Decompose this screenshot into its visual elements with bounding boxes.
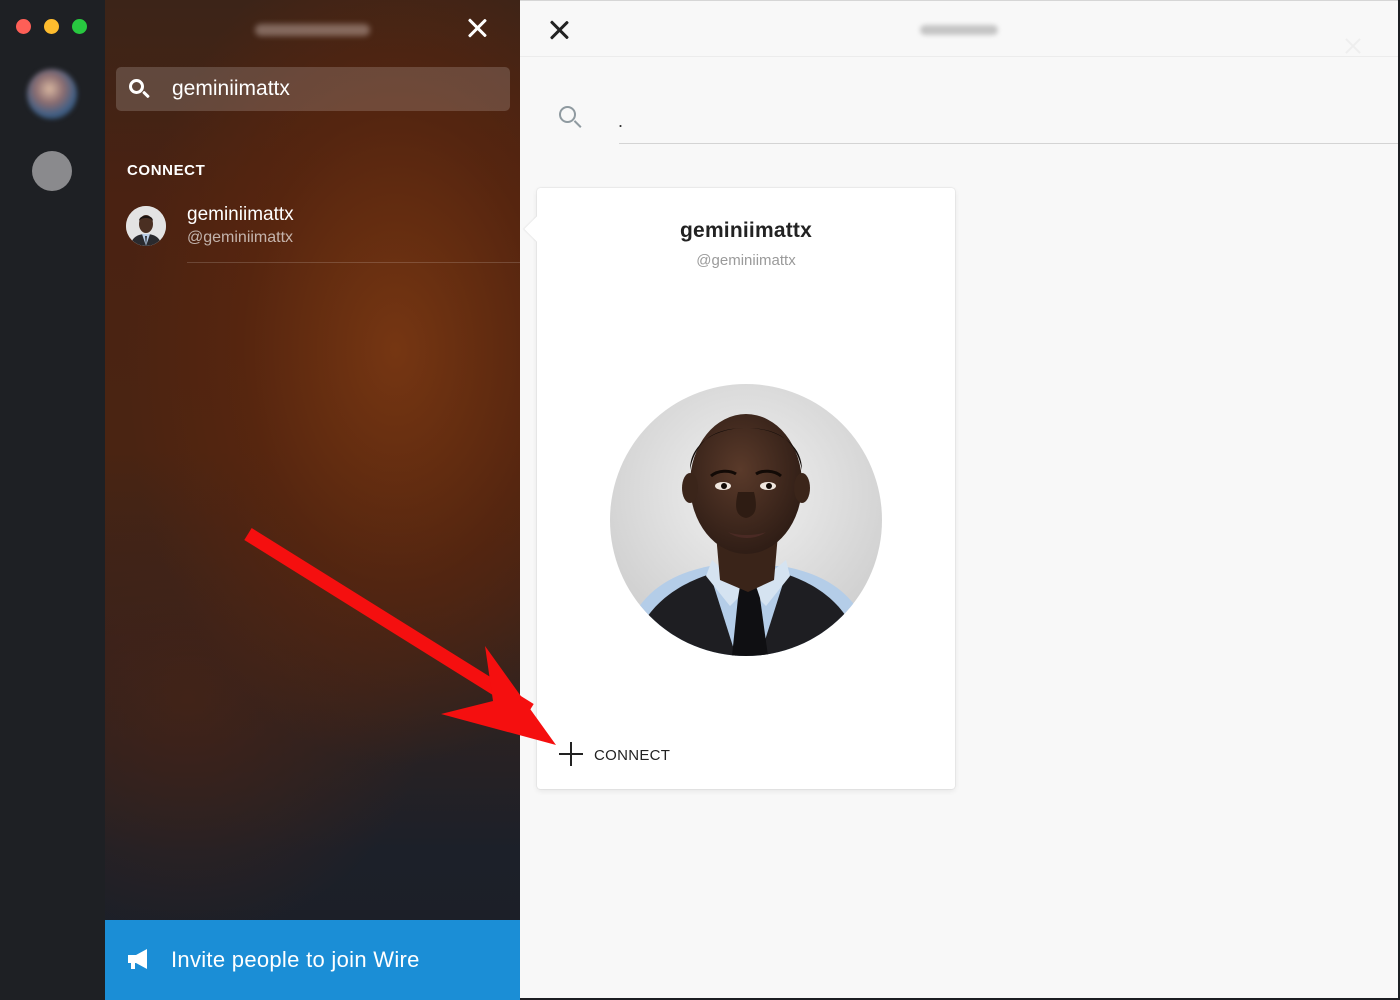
result-avatar <box>126 206 166 246</box>
window-minimize-button[interactable] <box>44 19 59 34</box>
blurred-header-title <box>920 25 998 35</box>
app-rail <box>0 0 105 1000</box>
faded-close-icon <box>1343 36 1363 56</box>
result-name: geminiimattx <box>187 204 294 225</box>
close-icon[interactable] <box>547 18 571 42</box>
result-divider <box>187 262 520 263</box>
self-avatar[interactable] <box>27 69 77 119</box>
plus-icon <box>559 742 583 766</box>
close-icon[interactable] <box>464 15 490 41</box>
search-icon <box>126 76 152 102</box>
result-handle: @geminiimattx <box>187 229 294 246</box>
profile-name: geminiimattx <box>680 219 812 242</box>
secondary-account-avatar[interactable] <box>32 151 72 191</box>
people-search-panel: CONNECT geminiimattx @geminiimattx Invit… <box>105 0 520 1000</box>
search-underline <box>619 143 1398 144</box>
window-maximize-button[interactable] <box>72 19 87 34</box>
header-divider <box>520 56 1398 57</box>
connect-button[interactable]: CONNECT <box>559 740 699 768</box>
blurred-title <box>255 24 370 36</box>
megaphone-icon <box>128 949 147 969</box>
main-panel: geminiimattx @geminiimattx <box>520 0 1398 998</box>
search-input[interactable] <box>172 75 492 103</box>
search-icon <box>558 105 584 131</box>
invite-people-button[interactable]: Invite people to join Wire <box>105 920 520 1000</box>
section-header-connect: CONNECT <box>127 162 206 179</box>
profile-card: geminiimattx @geminiimattx CONNECT <box>524 188 955 789</box>
profile-handle: @geminiimattx <box>696 252 796 269</box>
search-result-row[interactable]: geminiimattx @geminiimattx <box>105 196 520 264</box>
window-close-button[interactable] <box>16 19 31 34</box>
connect-label: CONNECT <box>594 747 671 764</box>
invite-label: Invite people to join Wire <box>171 947 420 972</box>
people-search-input[interactable] <box>618 101 1398 141</box>
profile-photo <box>610 384 882 656</box>
search-box[interactable] <box>116 67 510 111</box>
